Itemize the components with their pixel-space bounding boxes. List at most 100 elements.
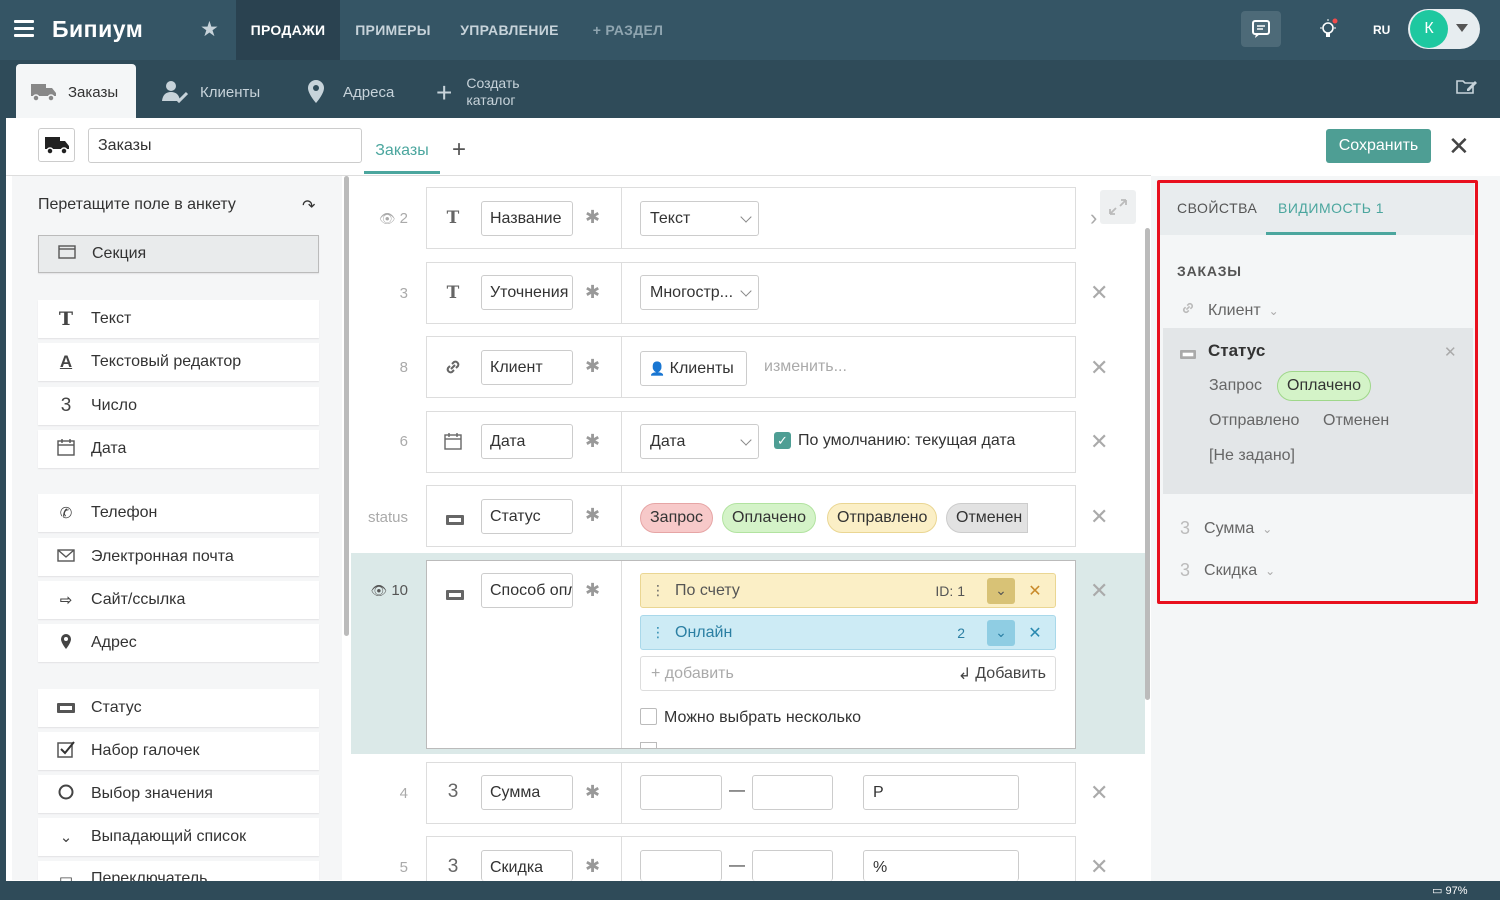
truck-icon <box>31 84 56 102</box>
subtab-create-catalog[interactable]: + Создать каталог <box>436 64 546 120</box>
chevron-down-icon[interactable] <box>1456 24 1468 32</box>
palette-item-radio[interactable]: Выбор значения <box>38 775 319 813</box>
option-row-online[interactable]: ⋮ Онлайн 2 ⌄ ✕ <box>640 615 1056 650</box>
delete-field-icon[interactable]: ✕ <box>1090 282 1108 304</box>
linked-catalog-button[interactable]: 👤 Клиенты <box>640 351 747 386</box>
avatar[interactable]: К <box>1410 10 1448 48</box>
field-name-input[interactable]: Сумма <box>481 775 573 810</box>
min-value-input[interactable] <box>640 850 722 881</box>
subtab-addresses[interactable]: Адреса <box>306 64 416 120</box>
field-name-input[interactable]: Дата <box>481 424 573 459</box>
max-value-input[interactable] <box>752 850 833 881</box>
tab-orders[interactable]: Заказы <box>364 130 440 174</box>
subtab-clients[interactable]: Клиенты <box>160 64 280 120</box>
expand-icon[interactable] <box>1100 190 1136 224</box>
required-asterisk-icon[interactable]: ✱ <box>585 580 600 601</box>
palette-item-number[interactable]: 3 Число <box>38 387 319 425</box>
date-format-select[interactable]: Дата <box>640 424 759 459</box>
edit-catalog-icon[interactable] <box>1455 76 1477 101</box>
unit-input[interactable]: Р <box>863 775 1019 810</box>
catalog-icon-picker[interactable] <box>38 128 75 162</box>
field-name-input[interactable]: Скидка <box>481 850 573 881</box>
delete-field-icon[interactable]: ✕ <box>1090 580 1108 602</box>
field-name-input[interactable]: Название <box>481 201 573 236</box>
required-asterisk-icon[interactable]: ✱ <box>585 856 600 877</box>
palette-item-section[interactable]: Секция <box>38 235 319 273</box>
palette-item-email[interactable]: Электронная почта <box>38 538 319 576</box>
delete-field-icon[interactable]: ✕ <box>1090 357 1108 379</box>
required-asterisk-icon[interactable]: ✱ <box>585 431 600 452</box>
change-link[interactable]: изменить... <box>764 358 847 376</box>
nav-management[interactable]: УПРАВЛЕНИЕ <box>447 0 572 60</box>
subtab-orders[interactable]: Заказы <box>16 64 136 120</box>
status-pill-cancelled[interactable]: Отменен <box>946 503 1028 533</box>
field-name-input[interactable]: Способ оплаты <box>481 573 573 608</box>
delete-field-icon[interactable]: ✕ <box>1090 431 1108 453</box>
chevron-down-icon[interactable]: ⌄ <box>987 619 1015 646</box>
drag-handle-icon[interactable]: ⋮ <box>651 624 665 641</box>
chat-button[interactable] <box>1241 11 1281 47</box>
favorites-star-icon[interactable]: ★ <box>200 17 219 42</box>
option-row-invoice[interactable]: ⋮ По счету ID: 1 ⌄ ✕ <box>640 573 1056 608</box>
palette-item-text[interactable]: T Текст <box>38 300 319 338</box>
chevron-down-icon[interactable]: ⌄ <box>987 577 1015 604</box>
status-pill-sent[interactable]: Отправлено <box>827 503 938 533</box>
chevron-down-icon: ⌄ <box>59 829 73 846</box>
app-logo[interactable]: Бипиум <box>52 16 143 43</box>
add-option-button[interactable]: Добавить <box>975 665 1046 683</box>
status-pill-paid[interactable]: Оплачено <box>722 503 816 533</box>
field-name-input[interactable]: Уточнения <box>481 275 573 310</box>
add-option-input[interactable]: + добавить ↲ Добавить <box>640 656 1056 691</box>
default-date-checkbox[interactable]: ✓ <box>774 432 791 449</box>
required-asterisk-icon[interactable]: ✱ <box>585 505 600 526</box>
eye-icon: 👁 <box>378 211 396 226</box>
min-value-input[interactable] <box>640 775 722 810</box>
field-name-input[interactable]: Статус <box>481 499 573 534</box>
palette-item-rich-text[interactable]: A Текстовый редактор <box>38 343 319 381</box>
close-icon[interactable]: ✕ <box>1448 133 1470 159</box>
palette-item-dropdown[interactable]: ⌄ Выпадающий список <box>38 818 319 856</box>
form-scrollbar[interactable] <box>1145 228 1150 700</box>
palette-item-status[interactable]: Статус <box>38 689 319 727</box>
palette-item-date[interactable]: Дата <box>38 430 319 468</box>
palette-item-switch[interactable]: ▭ Переключатель <box>38 861 319 881</box>
unit-input[interactable]: % <box>863 850 1019 881</box>
nav-sales[interactable]: ПРОДАЖИ <box>236 0 340 60</box>
max-value-input[interactable] <box>752 775 833 810</box>
field-type-select[interactable]: Текст <box>640 201 759 236</box>
delete-field-icon[interactable]: ✕ <box>1090 856 1108 878</box>
required-asterisk-icon[interactable]: ✱ <box>585 207 600 228</box>
required-asterisk-icon[interactable]: ✱ <box>585 356 600 377</box>
add-tab-button[interactable]: + <box>452 136 466 164</box>
palette-scrollbar[interactable] <box>344 176 349 636</box>
palette-item-phone[interactable]: ✆ Телефон <box>38 494 319 532</box>
notifications-bulb-icon[interactable] <box>1318 18 1338 40</box>
multiple-choice-checkbox[interactable] <box>640 708 657 725</box>
field-name-input[interactable]: Клиент <box>481 350 573 385</box>
remove-option-icon[interactable]: ✕ <box>1015 623 1055 643</box>
required-asterisk-icon[interactable]: ✱ <box>585 282 600 303</box>
palette-item-link[interactable]: ⇨ Сайт/ссылка <box>38 581 319 619</box>
delete-field-icon[interactable]: › <box>1090 207 1097 229</box>
subtab-label: Заказы <box>68 83 119 101</box>
checkbox-partially-visible[interactable] <box>640 742 657 748</box>
hamburger-menu-icon[interactable] <box>14 20 34 38</box>
palette-item-address[interactable]: Адрес <box>38 624 319 662</box>
option-label[interactable]: По счету <box>675 582 935 600</box>
field-type-select[interactable]: Многостр... <box>640 275 759 310</box>
delete-field-icon[interactable]: ✕ <box>1090 506 1108 528</box>
language-switch[interactable]: RU <box>1373 23 1390 37</box>
status-footer <box>0 881 1500 900</box>
remove-option-icon[interactable]: ✕ <box>1015 581 1055 601</box>
option-label[interactable]: Онлайн <box>675 624 957 642</box>
palette-item-checkboxes[interactable]: Набор галочек <box>38 732 319 770</box>
delete-field-icon[interactable]: ✕ <box>1090 782 1108 804</box>
number-icon: 3 <box>447 856 459 877</box>
nav-examples[interactable]: ПРИМЕРЫ <box>344 0 442 60</box>
save-button[interactable]: Сохранить <box>1326 129 1431 163</box>
nav-add-section[interactable]: + РАЗДЕЛ <box>578 0 678 60</box>
required-asterisk-icon[interactable]: ✱ <box>585 782 600 803</box>
drag-handle-icon[interactable]: ⋮ <box>651 582 665 599</box>
status-pill-request[interactable]: Запрос <box>640 503 714 533</box>
catalog-name-input[interactable]: Заказы <box>88 128 362 163</box>
